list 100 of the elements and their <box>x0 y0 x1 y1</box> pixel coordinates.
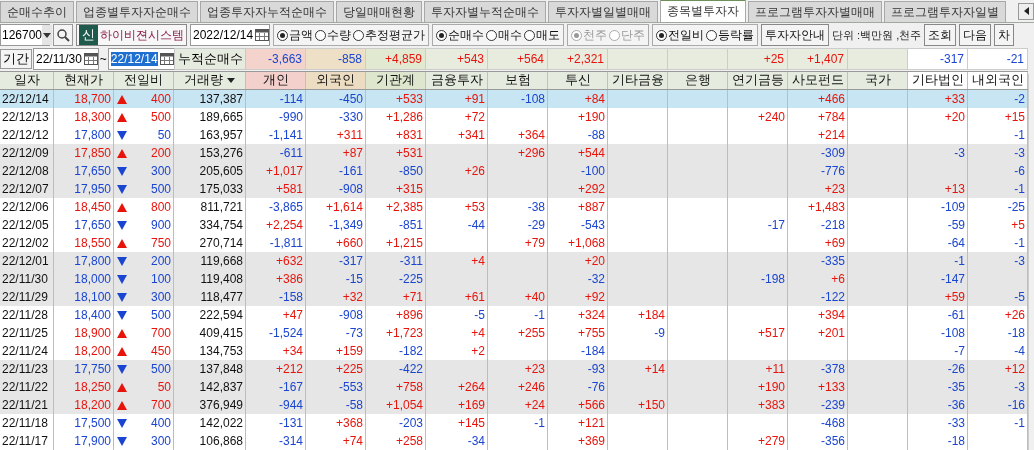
column-header[interactable]: 전일비 <box>114 72 174 89</box>
table-row[interactable]: 22/11/24 18,200 450 134,753 +34 +159 -182 +2 -184 -7 -4 <box>0 342 1028 360</box>
radio-label[interactable]: 전일비 <box>668 27 705 43</box>
search-button[interactable] <box>53 24 73 46</box>
table-cell: +74 <box>306 432 366 450</box>
table-row[interactable]: 22/11/28 18,400 500 222,594 +47 -908 +896 -5 -1 +324 +184 +394 -61 +26 <box>0 306 1028 324</box>
table-cell: 400 <box>150 416 171 430</box>
investor-guide-button[interactable]: 투자자안내 <box>761 24 830 46</box>
table-cell: 50 <box>157 128 171 142</box>
table-row[interactable]: 22/11/25 18,900 700 409,415 -1,524 -73 +1,723 +4 +255 +755 -9 +517 +201 -108 -18 <box>0 324 1028 342</box>
tab[interactable]: 순매수추이 <box>0 1 74 22</box>
down-triangle-icon <box>117 364 127 374</box>
radio-button[interactable] <box>486 29 498 41</box>
table-row[interactable]: 22/12/14 18,700 400 137,387 -114 -450 +533 +91 -108 +84 +466 +33 -2 <box>0 90 1028 108</box>
table-cell: +369 <box>548 432 608 450</box>
table-cell: -18 <box>908 432 968 450</box>
dropdown-caret-icon[interactable] <box>43 32 52 38</box>
total-cell: +564 <box>488 48 548 70</box>
total-cell: +543 <box>426 48 488 70</box>
table-row[interactable]: 22/12/01 17,800 200 119,668 +632 -317 -311 +4 +20 -335 -1 -3 <box>0 252 1028 270</box>
column-header[interactable]: 은행 <box>668 72 728 89</box>
column-header[interactable]: 금융투자 <box>426 72 488 89</box>
table-row[interactable]: 22/12/13 18,300 500 189,665 -990 -330 +1,286 +72 +190 +240 +784 +20 +15 <box>0 108 1028 126</box>
table-cell: +258 <box>366 432 426 450</box>
table-cell: 800 <box>150 200 171 214</box>
toolbar-button[interactable]: 다음 <box>959 24 992 46</box>
column-header[interactable]: 사모펀드 <box>788 72 848 89</box>
radio-button[interactable] <box>436 29 448 41</box>
radio-label[interactable]: 등락률 <box>718 27 755 43</box>
table-cell: -34 <box>426 432 488 450</box>
start-date-field[interactable]: 22/11/30 <box>33 48 99 70</box>
table-row[interactable]: 22/12/02 18,550 750 270,714 -1,811 +660 +1,215 +79 +1,068 +69 -64 -1 <box>0 234 1028 252</box>
column-header[interactable]: 현재가 <box>54 72 114 89</box>
period-label: 기간 <box>0 49 32 69</box>
column-header[interactable]: 외국인 <box>306 72 366 89</box>
table-cell: 900 <box>150 218 171 232</box>
table-row[interactable]: 22/11/18 17,500 400 142,022 -131 +368 -203 +145 -1 +121 -468 -33 -1 <box>0 414 1028 432</box>
tab[interactable]: 업종투자자누적순매수 <box>200 1 334 22</box>
table-row[interactable]: 22/12/08 17,650 300 205,605 +1,017 -161 -850 +26 -100 -776 -6 <box>0 162 1028 180</box>
column-header[interactable]: 기관계 <box>366 72 426 89</box>
radio-button[interactable] <box>277 29 289 41</box>
scroll-left-button[interactable] <box>1018 2 1034 20</box>
radio-label[interactable]: 금액 <box>289 27 314 43</box>
table-row[interactable]: 22/11/29 18,100 300 118,477 -158 +32 +71 +61 +40 +92 -122 +59 -5 <box>0 288 1028 306</box>
calendar-icon[interactable] <box>159 53 174 65</box>
tab[interactable]: 투자자별일별매매 <box>548 1 658 22</box>
table-row[interactable]: 22/12/09 17,850 200 153,276 -611 +87 +531 +296 +544 -309 -3 -3 <box>0 144 1028 162</box>
table-cell: 750 <box>150 236 171 250</box>
tab[interactable]: 프로그램투자자일별 <box>884 1 1006 22</box>
table-row[interactable]: 22/12/07 17,950 500 175,033 +581 -908 +315 +292 +23 +13 -1 <box>0 180 1028 198</box>
column-header[interactable]: 개인 <box>246 72 306 89</box>
table-row[interactable]: 22/12/12 17,800 50 163,957 -1,141 +311 +831 +341 +364 -88 +214 -1 <box>0 126 1028 144</box>
table-cell: 500 <box>150 308 171 322</box>
column-header[interactable]: 거래량 <box>174 72 246 89</box>
radio-button[interactable] <box>353 29 365 41</box>
table-row[interactable]: 22/11/30 18,000 100 119,408 +386 -15 -225 -32 -198 +6 -147 <box>0 270 1028 288</box>
radio-button[interactable] <box>706 29 718 41</box>
radio-button[interactable] <box>656 29 668 41</box>
column-header[interactable]: 기타금융 <box>608 72 668 89</box>
stock-code-field[interactable]: 126700 <box>0 24 50 46</box>
radio-label[interactable]: 순매수 <box>448 27 485 43</box>
radio-label[interactable]: 추정평균가 <box>365 27 426 43</box>
table-cell: -314 <box>246 432 306 450</box>
table-row[interactable]: 22/12/06 18,450 800 811,721 -3,865 +1,614 +2,385 +53 -38 +887 +1,483 -109 -25 <box>0 198 1028 216</box>
unit-label: 단위 :백만원 ,천주 <box>832 27 922 43</box>
column-header[interactable]: 보험 <box>488 72 548 89</box>
tab[interactable]: 업종별투자자순매수 <box>76 1 198 22</box>
toolbar-button[interactable]: 차 <box>994 24 1015 46</box>
table-cell: 50 <box>157 380 171 394</box>
total-cell: -3,663 <box>246 48 306 70</box>
calendar-icon[interactable] <box>83 53 98 65</box>
table-row[interactable]: 22/11/23 17,750 500 137,848 +212 +225 -422 +23 -93 +14 +11 -378 -26 +12 <box>0 360 1028 378</box>
tab[interactable]: 투자자별누적순매수 <box>424 1 546 22</box>
table-row[interactable]: 22/11/17 17,900 300 106,868 -314 +74 +258 -34 +369 +279 -356 -18 <box>0 432 1028 450</box>
table-cell: 500 <box>150 110 171 124</box>
toolbar-button[interactable]: 조회 <box>924 24 957 46</box>
sort-caret-icon[interactable] <box>227 78 235 83</box>
column-header[interactable]: 투신 <box>548 72 608 89</box>
total-cell <box>668 48 728 70</box>
radio-label[interactable]: 수량 <box>327 27 352 43</box>
column-header[interactable]: 연기금등 <box>728 72 788 89</box>
table-row[interactable]: 22/11/22 18,250 50 142,837 -167 -553 +758 +264 +246 -76 +190 +133 -35 -3 <box>0 378 1028 396</box>
tab[interactable]: 프로그램투자자별매매 <box>748 1 882 22</box>
column-header[interactable]: 일자 <box>0 72 54 89</box>
column-header[interactable]: 국가 <box>848 72 908 89</box>
table-row[interactable]: 22/11/21 18,200 700 376,949 -944 -58 +1,054 +169 +24 +566 +150 +383 -239 -36 -16 <box>0 396 1028 414</box>
radio-label[interactable]: 매도 <box>536 27 561 43</box>
radio-button[interactable] <box>524 29 536 41</box>
table-row[interactable]: 22/12/05 17,650 900 334,754 +2,254 -1,349 -851 -44 -29 -543 -17 -218 -59 +5 <box>0 216 1028 234</box>
table-cell: -356 <box>788 432 848 450</box>
tab[interactable]: 당일매매현황 <box>336 1 422 22</box>
table-cell: 300 <box>150 434 171 448</box>
end-date-field[interactable]: 22/12/14 <box>107 48 174 70</box>
tab[interactable]: 종목별투자자 <box>660 0 746 22</box>
date-field[interactable]: 2022/12/14 <box>190 24 271 46</box>
radio-button[interactable] <box>315 29 327 41</box>
radio-label[interactable]: 매수 <box>498 27 523 43</box>
calendar-icon[interactable] <box>255 29 270 41</box>
table-cell: 100 <box>150 272 171 286</box>
total-cell: +25 <box>728 48 788 70</box>
